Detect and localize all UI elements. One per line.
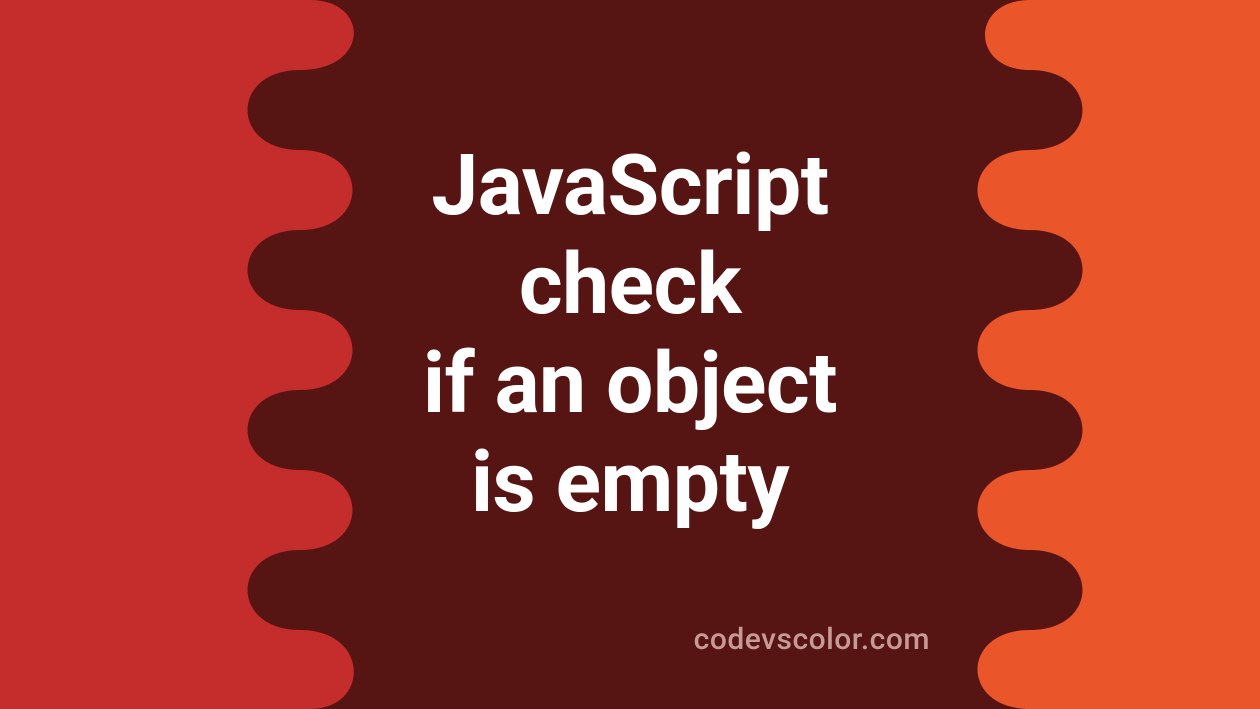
watermark-text: codevscolor.com [694, 622, 930, 657]
title-line-4: is empty [0, 433, 1260, 532]
banner-canvas: JavaScript check if an object is empty c… [0, 0, 1260, 709]
title-line-1: JavaScript [0, 136, 1260, 235]
title-line-2: check [0, 235, 1260, 334]
banner-title: JavaScript check if an object is empty [0, 136, 1260, 532]
title-line-3: if an object [0, 334, 1260, 433]
